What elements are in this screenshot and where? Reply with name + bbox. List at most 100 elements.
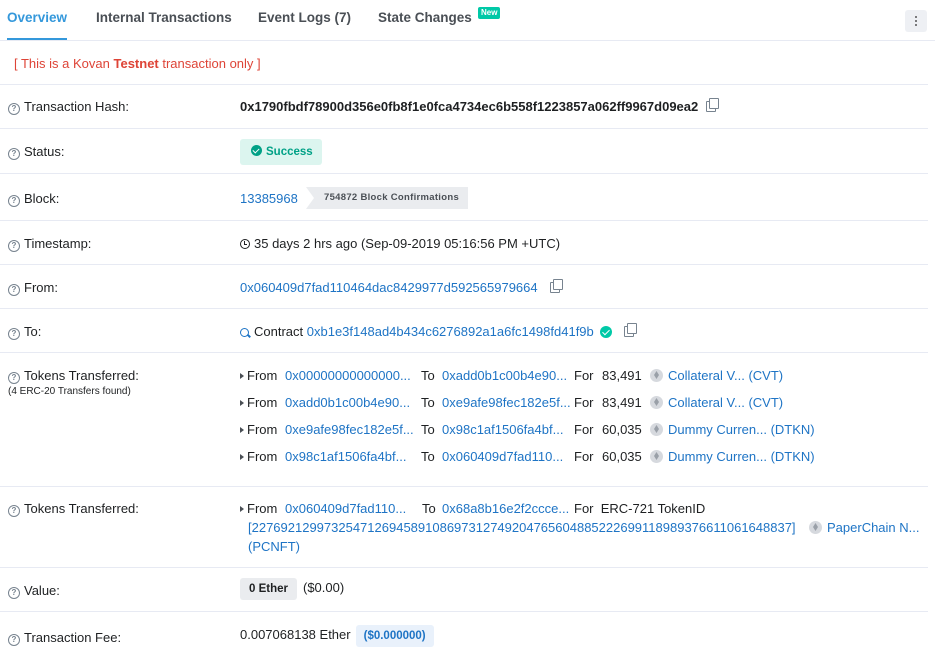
timestamp-label: ? Timestamp:: [8, 236, 91, 252]
transfer-to-link[interactable]: 0xadd0b1c00b4e90...: [442, 368, 567, 383]
transfer-from-link[interactable]: 0x00000000000000...: [285, 368, 411, 383]
token-transfer-line: From 0xe9afe98fec182e5f... To 0x98c1af1506f…: [240, 422, 840, 440]
status-badge: Success: [240, 139, 322, 165]
for-word: For: [574, 422, 594, 437]
ether-token-icon: [650, 423, 663, 436]
to-word: To: [421, 395, 435, 410]
for-word: For: [574, 449, 594, 464]
tx-hash-value: 0x1790fbdf78900d356e0fb8f1e0fca4734ec6b5…: [240, 98, 720, 114]
more-vertical-icon-dot: [915, 20, 917, 22]
ether-token-icon: [650, 450, 663, 463]
timestamp-value: 35 days 2 hrs ago (Sep-09-2019 05:16:56 …: [240, 236, 560, 251]
from-value: 0x060409d7fad110464dac8429977d5925659796…: [240, 279, 563, 295]
nft-token-line: [227692129973254712694589108697312749204…: [248, 520, 928, 538]
from-word: From: [247, 368, 278, 383]
fee-label: ? Transaction Fee:: [8, 630, 121, 646]
caret-right-icon: [240, 454, 244, 460]
erc20-transfers-count: (4 ERC-20 Transfers found): [8, 386, 131, 397]
fee-ether: 0.007068138 Ether: [240, 627, 351, 642]
question-icon[interactable]: ?: [8, 587, 20, 599]
token-transfer-line: From 0xadd0b1c00b4e90... To 0xe9afe98fec182…: [240, 395, 840, 413]
transfer-from-link[interactable]: 0xadd0b1c00b4e90...: [285, 395, 410, 410]
question-icon[interactable]: ?: [8, 284, 20, 296]
copy-icon[interactable]: [706, 98, 720, 112]
new-badge: New: [478, 7, 501, 19]
question-icon[interactable]: ?: [8, 328, 20, 340]
transfer-from-link[interactable]: 0x98c1af1506fa4bf...: [285, 449, 406, 464]
contract-prefix: Contract: [254, 324, 304, 339]
to-label: ? To:: [8, 324, 41, 340]
question-icon[interactable]: ?: [8, 103, 20, 115]
tab-bar: Overview Internal Transactions Event Log…: [0, 0, 935, 41]
more-vertical-icon-dot: [915, 24, 917, 26]
verified-check-icon: [599, 326, 612, 338]
more-options-button[interactable]: [905, 10, 927, 32]
nft-from-link[interactable]: 0x060409d7fad110...: [285, 501, 406, 516]
clock-icon: [240, 239, 250, 249]
to-word: To: [421, 368, 435, 383]
tab-state-changes[interactable]: State Changes: [378, 0, 472, 40]
ether-token-icon: [809, 521, 822, 534]
transfer-to-link[interactable]: 0x98c1af1506fa4bf...: [442, 422, 563, 437]
nft-token-id-link[interactable]: [227692129973254712694589108697312749204…: [248, 520, 796, 535]
more-vertical-icon: [915, 16, 917, 18]
to-row: ? To: Contract 0xb1e3f148ad4b434c6276892a…: [0, 309, 928, 353]
ether-token-icon: [650, 396, 663, 409]
from-word: From: [247, 395, 278, 410]
from-address-link[interactable]: 0x060409d7fad110464dac8429977d5925659796…: [240, 280, 538, 295]
value-amount: 0 Ether ($0.00): [240, 578, 344, 600]
for-word: For: [574, 395, 594, 410]
to-contract-link[interactable]: 0xb1e3f148ad4b434c6276892a1a6fc1498fd41f…: [307, 324, 594, 339]
value-ether-badge: 0 Ether: [240, 578, 297, 600]
tab-event-logs[interactable]: Event Logs (7): [258, 0, 351, 40]
token-name-link[interactable]: Collateral V... (CVT): [668, 368, 783, 383]
question-icon[interactable]: ?: [8, 634, 20, 646]
timestamp-row: ? Timestamp: 35 days 2 hrs ago (Sep-09-20…: [0, 221, 928, 265]
to-word: To: [421, 449, 435, 464]
nft-for-text: For ERC-721 TokenID: [574, 501, 706, 516]
contract-search-icon: [240, 328, 249, 337]
token-name-link[interactable]: Dummy Curren... (DTKN): [668, 422, 815, 437]
block-confirmations-badge: 754872 Block Confirmations: [306, 187, 469, 209]
nft-token-symbol-link[interactable]: (PCNFT): [248, 539, 300, 554]
token-name-link[interactable]: Dummy Curren... (DTKN): [668, 449, 815, 464]
to-word: To: [422, 501, 436, 516]
transfer-amount: 83,491: [602, 368, 642, 383]
transfer-amount: 60,035: [602, 449, 642, 464]
tab-internal-transactions[interactable]: Internal Transactions: [96, 0, 232, 40]
question-icon[interactable]: ?: [8, 195, 20, 207]
from-word: From: [247, 422, 278, 437]
transfer-to-link[interactable]: 0x060409d7fad110...: [442, 449, 563, 464]
copy-icon[interactable]: [623, 323, 637, 337]
notice-bold: Testnet: [113, 56, 159, 71]
from-row: ? From: 0x060409d7fad110464dac8429977d592…: [0, 265, 928, 309]
to-value: Contract 0xb1e3f148ad4b434c6276892a1a6fc…: [240, 323, 637, 339]
question-icon[interactable]: ?: [8, 148, 20, 160]
fee-amount: 0.007068138 Ether ($0.000000): [240, 625, 434, 647]
nft-transfer-line: From 0x060409d7fad110... To 0x68a8b16e2f…: [240, 501, 930, 519]
tx-hash-label: ? Transaction Hash:: [8, 99, 129, 115]
fee-usd-badge: ($0.000000): [355, 625, 434, 647]
token-name-link[interactable]: Collateral V... (CVT): [668, 395, 783, 410]
ether-token-icon: [650, 369, 663, 382]
success-check-icon: [251, 145, 262, 156]
status-row: ? Status:: [0, 129, 928, 174]
block-number-link[interactable]: 13385968: [240, 191, 298, 206]
token-transfer-line: From 0x00000000000000... To 0xadd0b1c00b4e9…: [240, 368, 840, 386]
from-word: From: [247, 449, 278, 464]
nft-to-link[interactable]: 0x68a8b16e2f2ccce...: [442, 501, 569, 516]
caret-right-icon: [240, 427, 244, 433]
question-icon[interactable]: ?: [8, 505, 20, 517]
transfer-to-link[interactable]: 0xe9afe98fec182e5f...: [442, 395, 571, 410]
transfer-from-link[interactable]: 0xe9afe98fec182e5f...: [285, 422, 414, 437]
nft-token-name-link[interactable]: PaperChain N...: [827, 520, 920, 535]
tab-overview[interactable]: Overview: [7, 0, 68, 40]
caret-right-icon: [240, 400, 244, 406]
copy-icon[interactable]: [549, 279, 563, 293]
question-icon[interactable]: ?: [8, 372, 20, 384]
tx-hash-row: ? Transaction Hash: 0x1790fbdf78900d356e0…: [0, 85, 928, 129]
status-label: ? Status:: [8, 144, 64, 160]
question-icon[interactable]: ?: [8, 240, 20, 252]
erc721-transfer-label: ? Tokens Transferred:: [8, 501, 139, 517]
to-word: To: [421, 422, 435, 437]
